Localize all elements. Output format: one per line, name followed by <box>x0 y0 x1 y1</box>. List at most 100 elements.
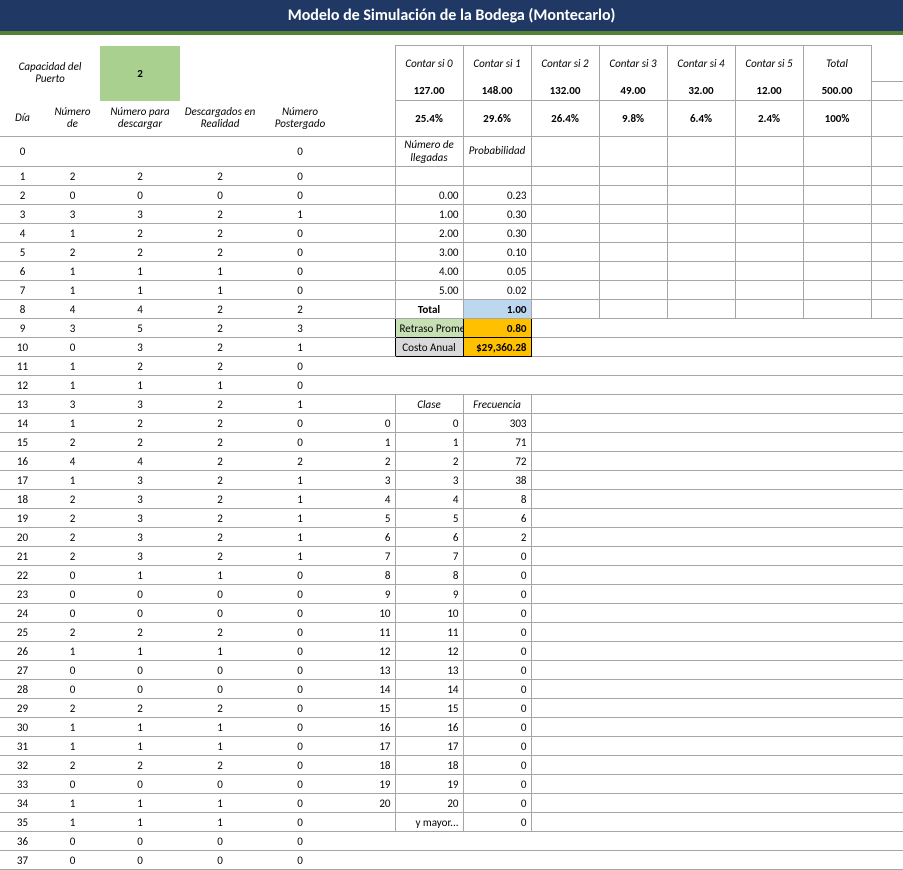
cell[interactable]: 1 <box>180 794 260 813</box>
cell[interactable] <box>735 813 803 832</box>
cell[interactable] <box>667 585 735 604</box>
cell[interactable] <box>531 794 599 813</box>
cell[interactable]: 0 <box>0 137 45 167</box>
cell[interactable]: 0.10 <box>463 243 531 262</box>
cell[interactable]: 2 <box>100 357 180 376</box>
cell[interactable] <box>531 509 599 528</box>
cell[interactable] <box>871 167 903 186</box>
cell[interactable]: 1 <box>45 813 100 832</box>
cell[interactable] <box>803 300 871 319</box>
cell[interactable]: 0 <box>463 794 531 813</box>
cell[interactable]: 0 <box>45 604 100 623</box>
cell[interactable]: 0 <box>463 642 531 661</box>
cell[interactable] <box>599 737 667 756</box>
cell[interactable]: 2 <box>180 243 260 262</box>
cell[interactable]: 0 <box>180 585 260 604</box>
cell[interactable] <box>667 205 735 224</box>
cell[interactable] <box>531 851 599 870</box>
cell[interactable] <box>599 851 667 870</box>
cell[interactable]: Contar si 3 <box>599 46 667 82</box>
cell[interactable]: 20 <box>395 794 463 813</box>
cell[interactable]: 31 <box>0 737 45 756</box>
cell[interactable] <box>599 281 667 300</box>
cell[interactable]: 6.4% <box>667 101 735 137</box>
cell[interactable]: 0 <box>463 566 531 585</box>
cell[interactable]: 0 <box>260 376 340 395</box>
cell[interactable]: 0 <box>463 623 531 642</box>
cell[interactable] <box>735 300 803 319</box>
cell[interactable]: 2 <box>45 528 100 547</box>
cell[interactable] <box>803 756 871 775</box>
cell[interactable] <box>871 813 903 832</box>
cell[interactable]: 15 <box>395 699 463 718</box>
cell[interactable]: 3 <box>100 205 180 224</box>
cell[interactable] <box>531 319 599 338</box>
cell[interactable] <box>395 832 463 851</box>
cell[interactable] <box>599 300 667 319</box>
cell[interactable]: 0 <box>463 775 531 794</box>
cell[interactable] <box>871 585 903 604</box>
cell[interactable] <box>340 813 395 832</box>
cell[interactable]: 5 <box>340 509 395 528</box>
cell[interactable] <box>735 414 803 433</box>
cell[interactable]: 1 <box>260 205 340 224</box>
cell[interactable]: 23 <box>0 585 45 604</box>
cell[interactable]: 19 <box>0 509 45 528</box>
cell[interactable] <box>667 262 735 281</box>
cell[interactable] <box>599 433 667 452</box>
cell[interactable] <box>667 737 735 756</box>
cell[interactable] <box>531 775 599 794</box>
cell[interactable] <box>463 357 531 376</box>
cell[interactable] <box>340 262 395 281</box>
cell[interactable] <box>531 490 599 509</box>
cell[interactable]: 0 <box>100 775 180 794</box>
cell[interactable] <box>340 832 395 851</box>
cell[interactable]: 0 <box>260 623 340 642</box>
cell[interactable]: 0 <box>180 604 260 623</box>
cell[interactable] <box>871 737 903 756</box>
cell[interactable] <box>531 205 599 224</box>
cell[interactable] <box>871 433 903 452</box>
cell[interactable]: 8 <box>340 566 395 585</box>
cell[interactable]: 13 <box>0 395 45 414</box>
cell[interactable] <box>735 737 803 756</box>
cell[interactable]: 9 <box>340 585 395 604</box>
cell[interactable] <box>667 376 735 395</box>
cell[interactable]: 0 <box>260 566 340 585</box>
cell[interactable]: 2 <box>180 547 260 566</box>
cell[interactable]: 4 <box>0 224 45 243</box>
cell[interactable]: 2 <box>100 623 180 642</box>
cell[interactable]: 1 <box>45 737 100 756</box>
cell[interactable] <box>599 452 667 471</box>
cell[interactable]: 0 <box>100 680 180 699</box>
cell[interactable]: 6 <box>395 528 463 547</box>
cell[interactable]: 1 <box>260 509 340 528</box>
cell[interactable] <box>531 528 599 547</box>
cell[interactable]: y mayor... <box>395 813 463 832</box>
cell[interactable]: 500.00 <box>803 82 871 101</box>
cell[interactable] <box>735 680 803 699</box>
cell[interactable]: 11 <box>340 623 395 642</box>
cell[interactable]: 0.23 <box>463 186 531 205</box>
cell[interactable]: 0 <box>463 680 531 699</box>
cell[interactable]: 2 <box>45 243 100 262</box>
cell[interactable] <box>803 414 871 433</box>
cell[interactable]: Costo Anual <box>395 338 463 357</box>
cell[interactable] <box>340 357 395 376</box>
cell[interactable]: 1 <box>100 794 180 813</box>
cell[interactable]: 25 <box>0 623 45 642</box>
cell[interactable] <box>803 376 871 395</box>
cell[interactable]: 3 <box>100 338 180 357</box>
cell[interactable] <box>735 851 803 870</box>
cell[interactable]: 28 <box>0 680 45 699</box>
cell[interactable] <box>803 137 871 167</box>
cell[interactable]: 2 <box>180 452 260 471</box>
cell[interactable] <box>803 395 871 414</box>
cell[interactable]: 10 <box>0 338 45 357</box>
cell[interactable] <box>803 680 871 699</box>
cell[interactable] <box>667 813 735 832</box>
cell[interactable] <box>180 137 260 167</box>
cell[interactable] <box>735 566 803 585</box>
cell[interactable]: 2 <box>45 490 100 509</box>
cell[interactable] <box>667 794 735 813</box>
